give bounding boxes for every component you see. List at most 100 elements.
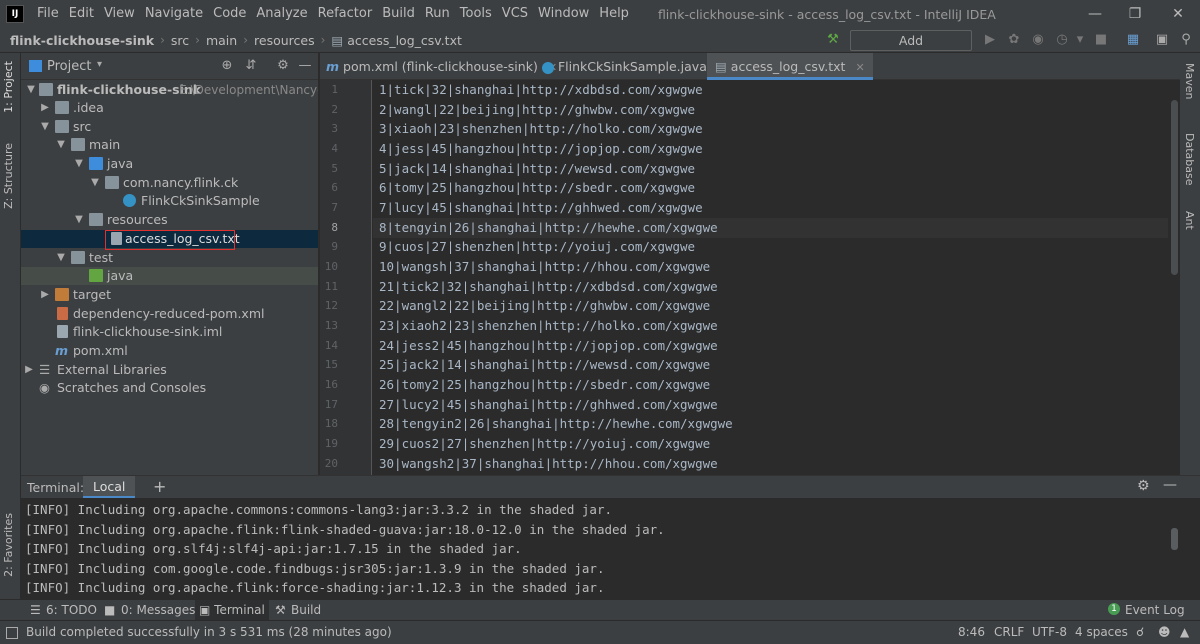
- menu-code[interactable]: Code: [208, 0, 251, 28]
- tree-item-project-root[interactable]: ▼ flink-clickhouse-sink E:\Development\N…: [21, 81, 318, 99]
- tab-ant[interactable]: Ant: [1183, 211, 1196, 230]
- tree-item-resources[interactable]: ▼ resources: [21, 211, 318, 229]
- menu-view[interactable]: View: [99, 0, 140, 28]
- chevron-down-icon[interactable]: ▼: [73, 156, 85, 172]
- menu-navigate[interactable]: Navigate: [140, 0, 208, 28]
- tree-item-dependency-reduced-pom[interactable]: dependency-reduced-pom.xml: [21, 305, 318, 323]
- toggle-tool-windows-icon[interactable]: [6, 627, 18, 639]
- run-icon[interactable]: ▶: [981, 31, 999, 49]
- gear-icon[interactable]: ⚙: [275, 58, 291, 74]
- menu-analyze[interactable]: Analyze: [251, 0, 312, 28]
- tree-item-main[interactable]: ▼ main: [21, 136, 318, 154]
- hide-panel-icon[interactable]: —: [297, 58, 313, 74]
- chevron-right-icon[interactable]: ▶: [39, 287, 51, 303]
- menu-build[interactable]: Build: [377, 0, 420, 28]
- tool-tab-messages[interactable]: 0: Messages: [121, 603, 195, 617]
- menu-file[interactable]: File: [32, 0, 64, 28]
- tab-terminal-local[interactable]: Local: [83, 476, 136, 498]
- layout-icon[interactable]: ▣: [1153, 31, 1171, 49]
- locate-target-icon[interactable]: ⊕: [219, 58, 235, 74]
- menu-help[interactable]: Help: [594, 0, 634, 28]
- chevron-down-icon[interactable]: ▾: [97, 59, 102, 70]
- lock-icon[interactable]: ☌: [1136, 625, 1144, 639]
- chevron-down-icon[interactable]: ▼: [89, 175, 101, 191]
- tree-item-flinkcksinksample[interactable]: FlinkCkSinkSample: [21, 192, 318, 210]
- chevron-down-icon[interactable]: ▼: [39, 119, 51, 135]
- tab-structure-tool[interactable]: Z: Structure: [2, 143, 15, 209]
- tree-item-access-log-selected[interactable]: access_log_csv.txt: [21, 230, 318, 250]
- tree-item-idea[interactable]: ▶ .idea: [21, 99, 318, 117]
- tree-item-java[interactable]: ▼ java: [21, 155, 318, 173]
- status-message[interactable]: Build completed successfully in 3 s 531 …: [26, 625, 392, 639]
- code-editor[interactable]: ✓ 1|tick|32|shanghai|http://xdbdsd.com/x…: [373, 80, 1168, 475]
- coverage-icon[interactable]: ◉: [1029, 31, 1047, 49]
- java-class-icon: [123, 194, 136, 207]
- tab-maven[interactable]: Maven: [1183, 63, 1196, 99]
- menu-refactor[interactable]: Refactor: [313, 0, 378, 28]
- menu-vcs[interactable]: VCS: [497, 0, 533, 28]
- tool-tab-terminal[interactable]: ▣ Terminal: [195, 600, 269, 621]
- chevron-down-icon[interactable]: ▼: [55, 250, 67, 266]
- editor-scrollbar[interactable]: [1170, 80, 1180, 475]
- tree-item-test[interactable]: ▼ test: [21, 249, 318, 267]
- chevron-down-icon[interactable]: ▼: [73, 212, 85, 228]
- breadcrumb-resources[interactable]: resources: [252, 33, 317, 48]
- tree-item-scratches[interactable]: ◉ Scratches and Consoles: [21, 379, 318, 397]
- debug-icon[interactable]: ✿: [1005, 31, 1023, 49]
- terminal-scrollbar[interactable]: [1169, 498, 1181, 598]
- chevron-right-icon[interactable]: ▶: [23, 362, 35, 378]
- tab-project-tool[interactable]: 1: Project: [2, 61, 15, 113]
- close-icon[interactable]: ✕: [1158, 0, 1198, 28]
- breadcrumb-project[interactable]: flink-clickhouse-sink: [8, 33, 156, 48]
- chevron-down-icon[interactable]: ▼: [25, 82, 37, 98]
- chevron-right-icon[interactable]: ▶: [39, 100, 51, 116]
- tree-item-src[interactable]: ▼ src: [21, 118, 318, 136]
- stop-icon[interactable]: ■: [1092, 31, 1110, 49]
- line-separator[interactable]: CRLF: [994, 625, 1024, 639]
- hide-panel-icon[interactable]: —: [1163, 477, 1177, 493]
- gear-icon[interactable]: ⚙: [1137, 478, 1150, 494]
- build-hammer-icon[interactable]: ⚒: [824, 31, 842, 49]
- notifications-icon[interactable]: ▲: [1180, 625, 1189, 639]
- tree-item-external-libraries[interactable]: ▶ ☰ External Libraries: [21, 361, 318, 379]
- close-tab-icon[interactable]: ✕: [855, 61, 864, 74]
- tab-flinkcksinksample[interactable]: FlinkCkSinkSample.java ✕: [542, 53, 726, 80]
- scrollbar-thumb[interactable]: [1171, 100, 1178, 275]
- menu-tools[interactable]: Tools: [455, 0, 497, 28]
- tab-access-log-csv[interactable]: ▤ access_log_csv.txt ✕: [707, 53, 873, 80]
- indent-setting[interactable]: 4 spaces: [1075, 625, 1128, 639]
- breadcrumb-src[interactable]: src: [169, 33, 191, 48]
- new-terminal-button[interactable]: +: [153, 477, 166, 496]
- tree-item-test-java[interactable]: java: [21, 267, 318, 285]
- tree-item-target[interactable]: ▶ target: [21, 286, 318, 304]
- caret-position[interactable]: 8:46: [958, 625, 985, 639]
- collapse-all-icon[interactable]: ⇵: [243, 58, 259, 74]
- chevron-down-icon[interactable]: ▼: [55, 137, 67, 153]
- project-structure-icon[interactable]: ▦: [1124, 31, 1142, 49]
- tool-tab-build[interactable]: Build: [291, 603, 321, 617]
- tree-item-pom[interactable]: m pom.xml: [21, 342, 318, 360]
- tab-database[interactable]: Database: [1183, 133, 1196, 186]
- tree-item-iml[interactable]: flink-clickhouse-sink.iml: [21, 323, 318, 341]
- tree-item-package[interactable]: ▼ com.nancy.flink.ck: [21, 174, 318, 192]
- tab-favorites-tool[interactable]: 2: Favorites: [2, 513, 15, 577]
- tool-tab-event-log[interactable]: Event Log: [1125, 603, 1185, 617]
- inspector-icon[interactable]: ☻: [1158, 625, 1171, 639]
- code-line: 23|xiaoh2|23|shenzhen|http://holko.com/x…: [379, 318, 718, 333]
- restore-icon[interactable]: ❐: [1115, 0, 1155, 28]
- tab-pom-xml[interactable]: m pom.xml (flink-clickhouse-sink) ✕: [326, 53, 557, 80]
- scrollbar-thumb[interactable]: [1171, 528, 1178, 550]
- file-encoding[interactable]: UTF-8: [1032, 625, 1067, 639]
- breadcrumb-file[interactable]: access_log_csv.txt: [345, 33, 464, 48]
- add-configuration-button[interactable]: Add Configuration...: [850, 30, 972, 67]
- menu-window[interactable]: Window: [533, 0, 594, 28]
- search-icon[interactable]: ⚲: [1177, 31, 1195, 49]
- profile-icon[interactable]: ◷: [1053, 31, 1071, 49]
- minimize-icon[interactable]: —: [1075, 0, 1115, 28]
- breadcrumb-main[interactable]: main: [204, 33, 239, 48]
- menu-edit[interactable]: Edit: [64, 0, 99, 28]
- project-panel-title[interactable]: Project: [47, 59, 91, 74]
- tool-tab-todo[interactable]: 6: TODO: [46, 603, 97, 617]
- menu-run[interactable]: Run: [420, 0, 455, 28]
- chevron-down-icon[interactable]: ▾: [1071, 31, 1089, 49]
